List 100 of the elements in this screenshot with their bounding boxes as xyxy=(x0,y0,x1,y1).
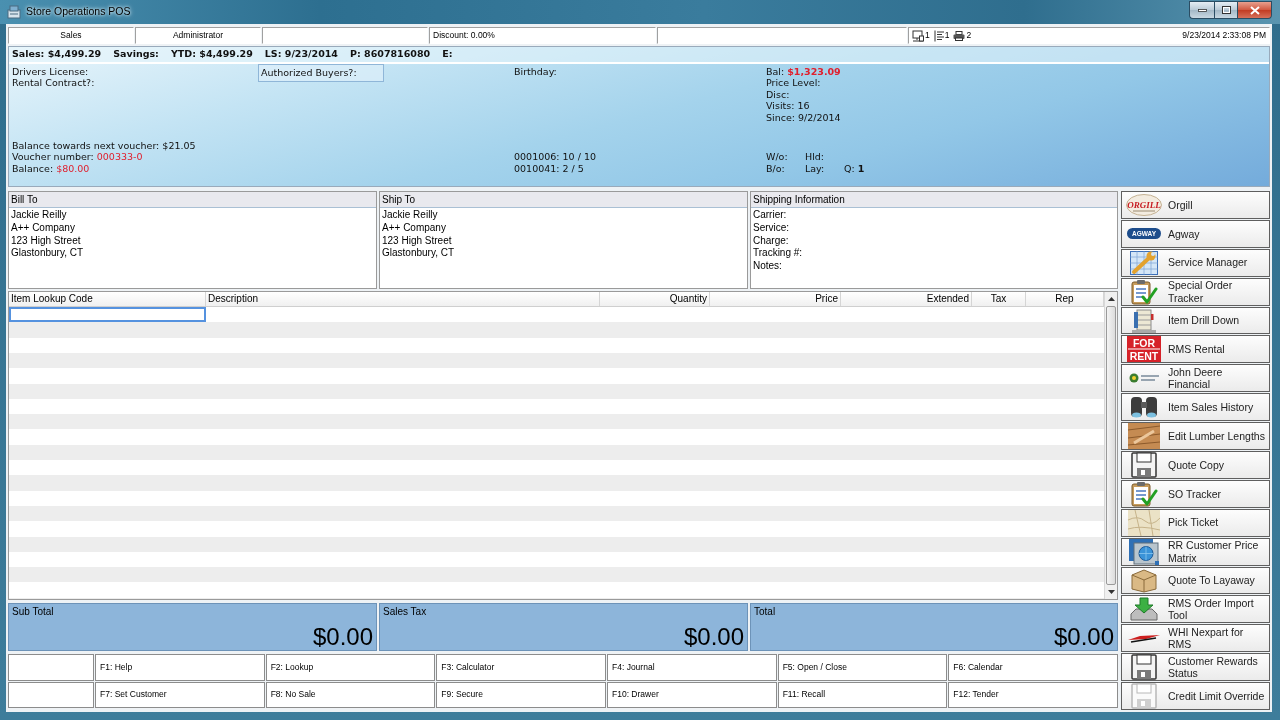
summary-field: LS: 9/23/2014 xyxy=(264,47,338,62)
info-field: Birthday: xyxy=(514,66,557,77)
function-key-button[interactable]: F1: Help xyxy=(95,654,265,681)
address-line: 123 High Street xyxy=(382,234,453,248)
info-field: Authorized Buyers?: xyxy=(261,67,357,78)
minimize-button[interactable] xyxy=(1189,1,1214,19)
info-field: Balance: $80.00 xyxy=(12,162,90,174)
datetime-label: 9/23/2014 2:33:08 PM xyxy=(1182,29,1266,42)
summary-field: E: xyxy=(442,47,453,62)
panel-header: Shipping Information xyxy=(751,192,1117,208)
window-title: Store Operations POS xyxy=(26,4,131,20)
maximize-icon xyxy=(1221,6,1231,14)
mode-label: Sales xyxy=(8,27,134,44)
side-menu-button[interactable]: Edit Lumber Lengths xyxy=(1121,422,1270,450)
panel-header: Bill To xyxy=(9,192,376,208)
column-header: Price xyxy=(710,292,841,306)
side-menu-button[interactable]: Item Sales History xyxy=(1121,393,1270,422)
function-key-button[interactable]: F6: Calendar xyxy=(948,654,1118,681)
discount-label: Discount: 0.00% xyxy=(429,27,656,44)
summary-field: YTD: $4,499.29 xyxy=(170,47,253,62)
app-icon xyxy=(7,5,21,19)
side-menu-button[interactable]: Customer Rewards Status xyxy=(1121,653,1270,682)
clipboard-check-icon xyxy=(1130,278,1158,305)
info-field: W/o: xyxy=(766,151,805,163)
function-key-button[interactable]: F10: Drawer xyxy=(607,681,777,708)
function-key-button[interactable]: F12: Tender xyxy=(948,681,1118,708)
scrollbar[interactable] xyxy=(1104,292,1117,599)
function-key-button[interactable]: F9: Secure xyxy=(436,681,606,708)
address-line: A++ Company xyxy=(11,221,76,235)
address-line: Tracking #: xyxy=(753,247,804,261)
side-menu-button[interactable]: Quote To Layaway xyxy=(1121,566,1270,595)
side-menu-button[interactable]: Item Drill Down xyxy=(1121,306,1270,335)
total-amount: $0.00 xyxy=(682,623,744,650)
function-key-button[interactable]: F11: Recall xyxy=(777,681,948,708)
count-label: 1 xyxy=(944,29,950,42)
side-menu-button[interactable]: Pick Ticket xyxy=(1121,508,1270,537)
side-menu-button[interactable]: Service Manager xyxy=(1121,248,1270,277)
printer-icon xyxy=(953,30,966,41)
count-label: 1 xyxy=(925,29,930,42)
up-arrow-icon xyxy=(1107,297,1115,301)
info-field: 0010041: 2 / 5 xyxy=(514,162,584,174)
function-key-button[interactable]: F8: No Sale xyxy=(265,681,436,708)
side-menu-button[interactable]: RR Customer Price Matrix xyxy=(1121,537,1270,566)
scroll-thumb[interactable] xyxy=(1106,306,1116,585)
box-icon xyxy=(1131,568,1157,593)
side-menu-button[interactable]: WHI Nexpart for RMS xyxy=(1121,624,1270,653)
logo-icon xyxy=(1129,373,1159,384)
info-field: Disc: xyxy=(766,88,790,100)
total-amount: $0.00 xyxy=(1052,623,1114,650)
side-menu-button[interactable]: Credit Limit Override xyxy=(1121,682,1270,711)
info-field: Q: 1 xyxy=(844,162,883,174)
address-line: Glastonbury, CT xyxy=(11,247,85,261)
function-key-button[interactable]: F3: Calculator xyxy=(436,654,606,681)
panel-header: Ship To xyxy=(380,192,747,208)
column-header: Extended xyxy=(841,292,972,306)
side-menu-button[interactable]: John Deere Financial xyxy=(1121,364,1270,393)
total-label: Sub Total xyxy=(12,605,55,618)
side-menu-button[interactable]: SO Tracker xyxy=(1121,479,1270,508)
function-key-button[interactable]: F4: Journal xyxy=(607,654,777,681)
info-field: Since: 9/2/2014 xyxy=(766,111,841,123)
minimize-icon xyxy=(1197,8,1207,12)
address-line: 123 High Street xyxy=(11,234,82,248)
info-field: 0001006: 10 / 10 xyxy=(514,151,596,163)
side-menu-button[interactable]: RMS Order Import Tool xyxy=(1121,595,1270,624)
info-field: Rental Contract?: xyxy=(12,77,95,89)
map-icon xyxy=(1128,509,1160,536)
side-menu-button[interactable]: Special Order Tracker xyxy=(1121,277,1270,306)
total-label: Total xyxy=(754,605,777,618)
column-header: Quantity xyxy=(600,292,710,306)
globe-window-icon xyxy=(1129,538,1159,565)
address-line: A++ Company xyxy=(382,221,447,235)
total-label: Sales Tax xyxy=(383,605,428,618)
column-header: Description xyxy=(206,292,600,306)
function-key-button[interactable]: F7: Set Customer xyxy=(95,681,265,708)
side-menu-button[interactable]: ORGILL Orgill xyxy=(1121,191,1270,219)
address-line: Notes: xyxy=(753,260,783,273)
info-field: Hld: xyxy=(805,151,844,163)
column-header: Item Lookup Code xyxy=(9,292,206,306)
address-line: Charge: xyxy=(753,234,790,248)
address-line: Jackie Reilly xyxy=(382,209,439,222)
blank-key[interactable] xyxy=(8,681,94,708)
info-field: Price Level: xyxy=(766,77,821,89)
address-line: Glastonbury, CT xyxy=(382,247,456,261)
blank-key[interactable] xyxy=(8,654,94,681)
address-line: Service: xyxy=(753,221,791,235)
summary-field: Savings: xyxy=(113,47,159,62)
logo-icon: ORGILL xyxy=(1126,193,1162,216)
wrench-icon xyxy=(1130,250,1158,275)
summary-field: P: 8607816080 xyxy=(350,47,431,62)
function-key-button[interactable]: F2: Lookup xyxy=(265,654,436,681)
close-button[interactable] xyxy=(1238,1,1272,19)
maximize-button[interactable] xyxy=(1214,1,1238,19)
count-label: 2 xyxy=(966,29,972,42)
function-key-button[interactable]: F5: Open / Close xyxy=(777,654,948,681)
input-field[interactable] xyxy=(9,307,206,322)
binoculars-icon xyxy=(1130,395,1158,420)
clipboard-check-icon xyxy=(1130,480,1158,507)
info-field: Lay: xyxy=(805,162,844,174)
side-menu-button[interactable]: Quote Copy xyxy=(1121,451,1270,479)
sign-icon: FOR RENT xyxy=(1127,336,1161,363)
